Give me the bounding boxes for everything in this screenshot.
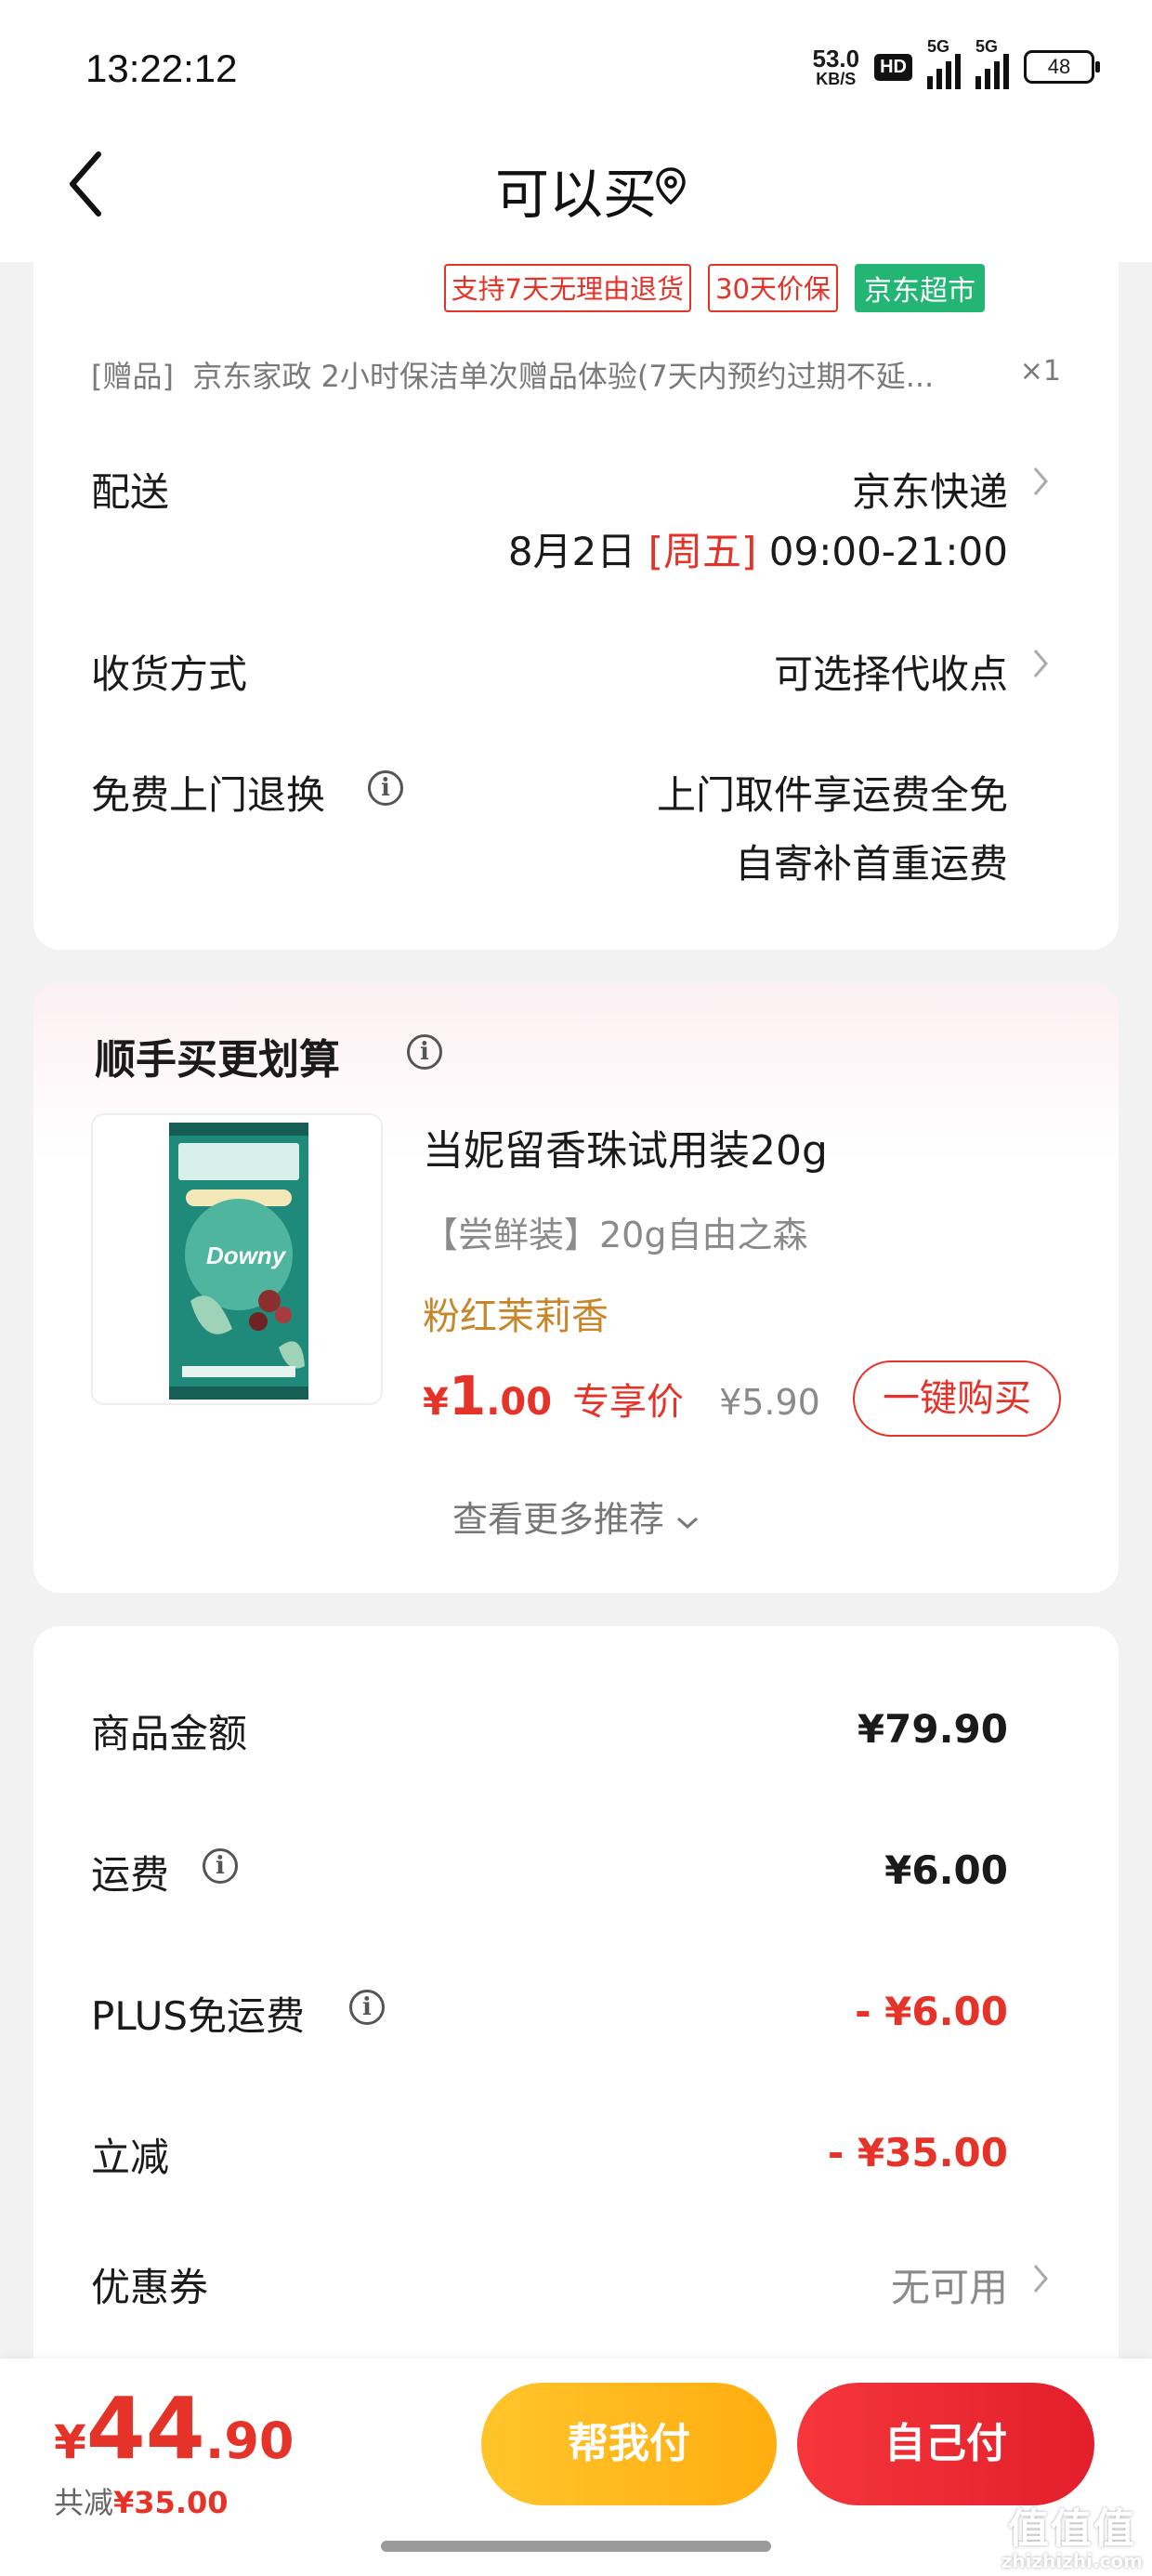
- delivery-date: 8月2日: [507, 529, 636, 574]
- coupon-label: 优惠券: [91, 2265, 209, 2310]
- see-more-label: 查看更多推荐: [452, 1499, 664, 1540]
- watermark-url: zhizhizhi.com: [1001, 2550, 1143, 2572]
- info-icon[interactable]: i: [349, 1990, 385, 2025]
- total-price: ¥ 44 .90: [54, 2379, 295, 2478]
- delivery-method[interactable]: 京东快递: [852, 461, 1008, 518]
- info-icon[interactable]: i: [368, 770, 403, 806]
- watermark-logo: 值值值: [1007, 2505, 1136, 2553]
- chevron-right-icon[interactable]: [1031, 647, 1050, 680]
- signal-1-icon: 5G: [927, 37, 961, 89]
- gift-text: 京东家政 2小时保洁单次赠品体验(7天内预约过期不延...: [192, 359, 935, 394]
- watermark: 值值值 zhizhizhi.com: [1001, 2505, 1143, 2573]
- total-saved: 共减¥35.00: [54, 2479, 229, 2522]
- receive-method-value[interactable]: 可选择代收点: [774, 643, 1008, 700]
- instant-discount-value: - ¥35.00: [827, 2130, 1008, 2175]
- package-brand: Downy: [206, 1242, 287, 1269]
- coupon-value[interactable]: 无可用: [891, 2256, 1008, 2313]
- instant-discount-label: 立减: [91, 2135, 170, 2180]
- delivery-window: 09:00-21:00: [768, 529, 1008, 574]
- battery-icon: 48: [1024, 50, 1100, 84]
- chevron-right-icon[interactable]: [1031, 2262, 1050, 2295]
- goods-amount-value: ¥79.90: [857, 1706, 1008, 1752]
- saved-amount: ¥35.00: [113, 2485, 229, 2520]
- signal-2-label: 5G: [975, 37, 999, 56]
- page-title: 可以买: [494, 163, 657, 226]
- service-tags: 支持7天无理由退货 30天价保 京东超市: [443, 264, 985, 312]
- recommend-title: 顺手买更划算: [95, 1036, 340, 1084]
- home-indicator[interactable]: [381, 2541, 771, 2552]
- price-protection-tag: 30天价保: [708, 264, 838, 312]
- saved-label: 共减: [54, 2485, 114, 2520]
- location-pin-icon[interactable]: [654, 165, 687, 206]
- product-spec: 【尝鲜装】20g自由之森: [423, 1215, 808, 1255]
- downy-package-icon: Downy: [169, 1123, 308, 1400]
- price-currency: ¥: [423, 1381, 449, 1424]
- free-return-line1: 上门取件享运费全免: [656, 772, 1008, 818]
- price-integer: 1: [448, 1364, 487, 1427]
- network-speed: 53.0 KB/S: [813, 46, 860, 87]
- free-return-label: 免费上门退换: [91, 772, 326, 818]
- hd-voice-icon: HD: [874, 53, 912, 81]
- info-icon[interactable]: i: [203, 1848, 238, 1884]
- signal-1-label: 5G: [927, 37, 950, 56]
- gift-label: [赠品]: [91, 359, 174, 394]
- chevron-down-icon: [677, 1517, 699, 1530]
- product-image[interactable]: Downy: [91, 1113, 383, 1405]
- store-tag: 京东超市: [855, 264, 985, 312]
- one-click-buy-button[interactable]: 一键购买: [853, 1360, 1061, 1437]
- shipping-value: ¥6.00: [884, 1847, 1008, 1893]
- help-pay-button[interactable]: 帮我付: [481, 2383, 777, 2505]
- info-icon[interactable]: i: [407, 1034, 442, 1070]
- network-speed-value: 53.0: [812, 45, 860, 72]
- free-return-line2: 自寄补首重运费: [734, 841, 1008, 887]
- exclusive-price-label: 专享价: [572, 1381, 685, 1424]
- total-decimal: .90: [204, 2412, 295, 2470]
- product-price: ¥ 1 .00 专享价 ¥5.90: [423, 1364, 820, 1427]
- network-speed-unit: KB/S: [816, 70, 857, 88]
- product-scent: 粉红茉莉香: [423, 1295, 609, 1338]
- self-pay-button[interactable]: 自己付: [797, 2383, 1094, 2505]
- goods-amount-label: 商品金额: [91, 1711, 248, 1756]
- delivery-time[interactable]: 8月2日 [周五] 09:00-21:00: [508, 520, 1008, 577]
- original-price: ¥5.90: [719, 1382, 820, 1423]
- product-name[interactable]: 当妮留香珠试用装20g: [423, 1117, 828, 1176]
- total-currency: ¥: [54, 2415, 86, 2469]
- delivery-label: 配送: [91, 469, 170, 515]
- see-more-recommendations[interactable]: 查看更多推荐: [0, 1491, 1152, 1542]
- plus-free-shipping-label: PLUS免运费: [91, 1993, 306, 2039]
- plus-free-shipping-value: - ¥6.00: [855, 1989, 1008, 2034]
- status-bar: 13:22:12 53.0 KB/S HD 5G 5G 48: [0, 0, 1152, 139]
- status-icons: 53.0 KB/S HD 5G 5G 48: [813, 37, 1100, 89]
- price-decimal: .00: [486, 1381, 553, 1424]
- gift-item[interactable]: [赠品] 京东家政 2小时保洁单次赠品体验(7天内预约过期不延...: [91, 353, 934, 396]
- status-time: 13:22:12: [85, 46, 238, 90]
- total-integer: 44: [85, 2379, 205, 2478]
- receive-method-label: 收货方式: [91, 651, 248, 697]
- return-policy-tag: 支持7天无理由退货: [443, 264, 692, 312]
- shipping-label: 运费: [91, 1852, 170, 1898]
- chevron-right-icon[interactable]: [1031, 465, 1050, 498]
- delivery-weekday: [周五]: [648, 529, 757, 574]
- gift-quantity: ×1: [1019, 355, 1061, 388]
- signal-2-icon: 5G: [975, 37, 1009, 89]
